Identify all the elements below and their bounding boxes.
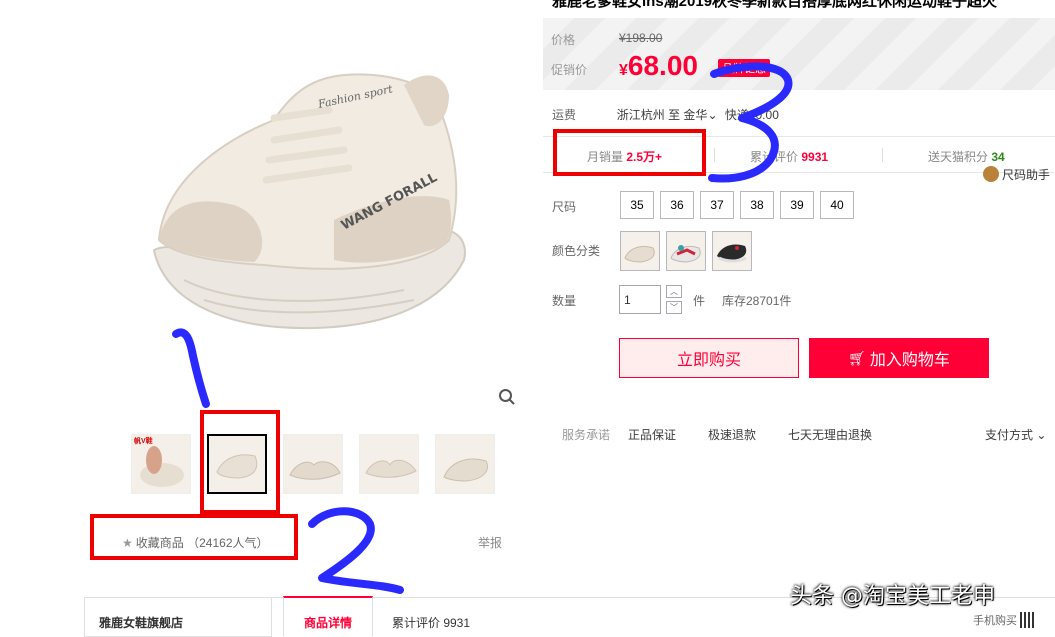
shipping-label: 运费 [552, 108, 577, 122]
points-label: 送天猫积分 [928, 150, 989, 164]
shipping-row: 运费 浙江杭州 至 金华⌄ 快递: 0.00 [552, 106, 779, 123]
add-to-cart-button[interactable]: 🛒︎ 加入购物车 [809, 338, 989, 378]
quantity-input[interactable] [619, 285, 661, 314]
thumbnail-badge: 帆V鞋 [134, 438, 153, 445]
size-option[interactable]: 35 [620, 191, 654, 219]
tab-product-details[interactable]: 商品详情 [283, 596, 373, 636]
thumbnail-4[interactable] [359, 434, 419, 494]
service-label: 服务承诺 [562, 428, 611, 442]
shoe-illustration: WANG FORALL Fashion sport [152, 73, 466, 330]
size-option[interactable]: 38 [740, 191, 774, 219]
size-helper-label: 尺码助手 [1002, 168, 1051, 182]
reviews-value: 9931 [801, 150, 829, 164]
chevron-down-icon: ⌄ [1033, 428, 1047, 442]
service-item-fast-refund[interactable]: 极速退款 [708, 426, 756, 443]
shop-name[interactable]: 雅鹿女鞋旗舰店 [84, 597, 272, 637]
tab-reviews[interactable]: 累计评价 9931 [392, 614, 470, 631]
promo-badge: 品牌钜惠 [718, 59, 770, 77]
annotation-box-monthly-sales [553, 129, 706, 176]
chevron-down-icon[interactable]: ⌄ [707, 108, 717, 122]
size-option[interactable]: 40 [820, 191, 854, 219]
divider [882, 148, 883, 162]
thumbnail-1[interactable]: 帆V鞋 [131, 434, 191, 494]
annotation-box-favorite [90, 514, 298, 560]
cart-icon: 🛒︎ [848, 349, 866, 366]
color-option-multicolor[interactable] [666, 231, 706, 271]
add-to-cart-label: 加入购物车 [869, 352, 950, 369]
payment-methods-dropdown[interactable]: 支付方式 ⌄ [985, 426, 1046, 443]
shop-name-label: 雅鹿女鞋旗舰店 [99, 616, 184, 630]
mobile-buy-link[interactable]: 手机购买 [973, 612, 1037, 628]
watermark: 头条 @淘宝美工老申 [790, 584, 995, 609]
thumbnail-3[interactable] [283, 434, 343, 494]
currency-symbol: ¥ [619, 62, 628, 79]
reviews-label: 累计评价 [750, 150, 799, 164]
zoom-icon[interactable] [498, 388, 516, 406]
report-link[interactable]: 举报 [478, 534, 502, 551]
annotation-box-thumbnail [200, 410, 280, 514]
quantity-increase-button[interactable]: ︿ [666, 285, 682, 298]
promo-price-value: 68.00 [627, 50, 698, 81]
quantity-label: 数量 [552, 294, 577, 308]
color-option-beige[interactable] [620, 231, 660, 271]
size-option[interactable]: 36 [660, 191, 694, 219]
tmall-points: 送天猫积分 34 [928, 148, 1005, 165]
product-title: 雅鹿老爹鞋女ins潮2019秋冬季新款百搭厚底网红休闲运动鞋子超火 [552, 0, 998, 10]
qr-code-icon [1020, 612, 1037, 628]
size-option[interactable]: 39 [780, 191, 814, 219]
ruler-icon [983, 166, 999, 182]
service-item-genuine[interactable]: 正品保证 [628, 426, 676, 443]
shipping-fee: 快递: 0.00 [724, 108, 779, 122]
total-reviews[interactable]: 累计评价 9931 [750, 148, 828, 165]
main-product-image[interactable]: WANG FORALL Fashion sport [104, 0, 522, 410]
color-label: 颜色分类 [552, 244, 601, 258]
divider [714, 148, 715, 162]
quantity-unit: 件 [693, 294, 706, 308]
size-label: 尺码 [552, 200, 577, 214]
size-option[interactable]: 37 [700, 191, 734, 219]
shipping-destination[interactable]: 金华 [683, 108, 707, 122]
price-label: 价格 [551, 33, 576, 47]
stock-count: 库存28701件 [722, 294, 792, 308]
points-value: 34 [991, 150, 1005, 164]
promo-price-label: 促销价 [551, 63, 588, 77]
shipping-from: 浙江杭州 [616, 108, 665, 122]
mobile-buy-label: 手机购买 [973, 615, 1017, 627]
original-price: ¥198.00 [619, 31, 663, 45]
shipping-to-word: 至 [668, 108, 681, 122]
color-option-black[interactable] [712, 231, 752, 271]
quantity-decrease-button[interactable]: ﹀ [666, 301, 682, 314]
service-item-7day-return[interactable]: 七天无理由退换 [788, 426, 872, 443]
payment-label: 支付方式 [985, 428, 1034, 442]
buy-now-button[interactable]: 立即购买 [619, 338, 799, 378]
promo-price: ¥68.00 [619, 50, 698, 82]
thumbnail-5[interactable] [435, 434, 495, 494]
size-helper-button[interactable]: 尺码助手 [983, 166, 1050, 183]
